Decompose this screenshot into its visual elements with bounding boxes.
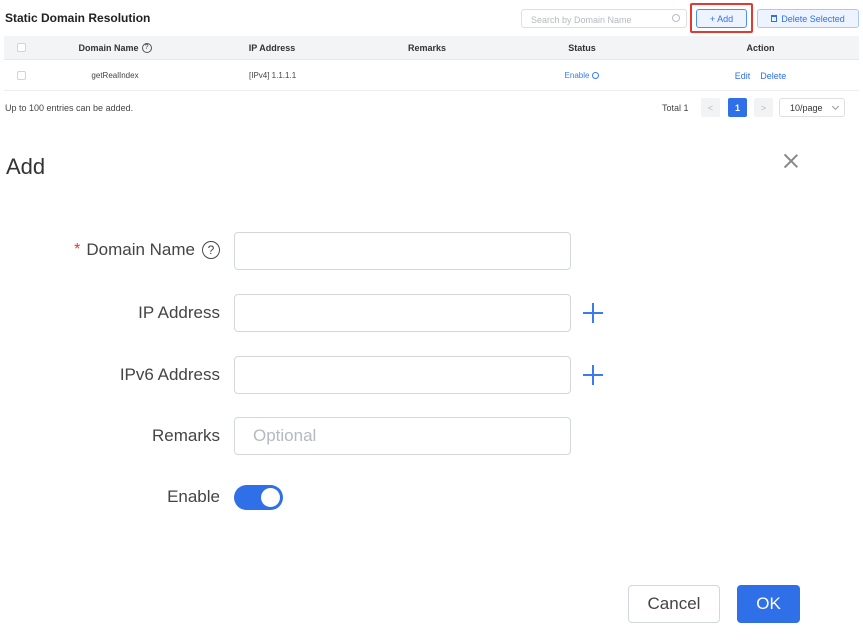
chevron-down-icon (831, 102, 840, 111)
page-size-value: 10/page (790, 102, 823, 113)
ipv6-address-label: IPv6 Address (119, 365, 220, 384)
column-header-status: Status (568, 42, 596, 53)
add-button-label: + Add (709, 13, 734, 24)
row-checkbox[interactable] (16, 71, 26, 80)
delete-selected-button[interactable]: Delete Selected (757, 9, 859, 28)
question-circle-icon[interactable]: ? (202, 241, 220, 259)
ipv6-address-input[interactable] (234, 356, 571, 394)
column-header-remarks: Remarks (407, 42, 447, 53)
row-select-cell[interactable] (4, 61, 38, 90)
question-circle-icon[interactable]: ? (141, 42, 152, 53)
trash-icon (771, 15, 778, 22)
remarks-label: Remarks (151, 426, 220, 445)
select-all-cell[interactable] (4, 36, 38, 59)
page-size-select[interactable]: 10/page (779, 98, 845, 117)
column-header-domain: Domain Name ? (38, 36, 192, 59)
search-icon[interactable] (672, 14, 680, 22)
delete-link[interactable]: Delete (760, 71, 786, 81)
column-header-ip: IP Address (248, 42, 296, 53)
row-actions: Edit Delete (662, 61, 859, 90)
dialog-title: Add (6, 154, 46, 179)
search-box[interactable] (521, 9, 687, 29)
domain-name-label: Domain Name (86, 240, 195, 259)
pagination-next-button[interactable]: > (754, 98, 773, 117)
cancel-button[interactable]: Cancel (628, 585, 720, 623)
row-domain: getRealIndex (91, 71, 139, 80)
column-header-action: Action (746, 42, 775, 53)
add-button[interactable]: + Add (696, 9, 747, 28)
status-check-icon (592, 72, 600, 79)
pagination-prev-button[interactable]: < (701, 98, 720, 117)
toggle-knob (261, 488, 280, 507)
delete-selected-label: Delete Selected (781, 13, 845, 24)
entry-limit-note: Up to 100 entries can be added. (5, 103, 134, 113)
column-header-domain-label: Domain Name (78, 42, 139, 53)
plus-icon[interactable] (583, 303, 603, 323)
close-icon[interactable] (782, 152, 800, 170)
domain-name-input[interactable] (234, 232, 571, 270)
remarks-input[interactable] (234, 417, 571, 455)
required-marker: * (74, 241, 81, 258)
ip-address-label: IP Address (138, 303, 220, 322)
table-header: Domain Name ? IP Address Remarks Status … (4, 36, 859, 60)
enable-toggle[interactable] (234, 485, 283, 510)
panel-title: Static Domain Resolution (5, 11, 151, 25)
pagination-total: Total 1 (662, 102, 689, 113)
search-input[interactable] (522, 11, 662, 29)
pagination-page-1[interactable]: 1 (728, 98, 747, 117)
edit-link[interactable]: Edit (735, 71, 751, 81)
ok-button[interactable]: OK (737, 585, 800, 623)
status-text[interactable]: Enable (565, 71, 590, 80)
select-all-checkbox[interactable] (16, 43, 26, 52)
plus-icon[interactable] (583, 365, 603, 385)
row-ip: [IPv4] 1.1.1.1 (249, 71, 297, 80)
row-remarks (352, 61, 502, 90)
domain-name-label-row: * Domain Name ? (74, 240, 220, 260)
table-row: getRealIndex [IPv4] 1.1.1.1 Enable Edit … (4, 61, 859, 91)
ip-address-input[interactable] (234, 294, 571, 332)
enable-label: Enable (167, 487, 220, 506)
row-status[interactable]: Enable (502, 61, 662, 90)
